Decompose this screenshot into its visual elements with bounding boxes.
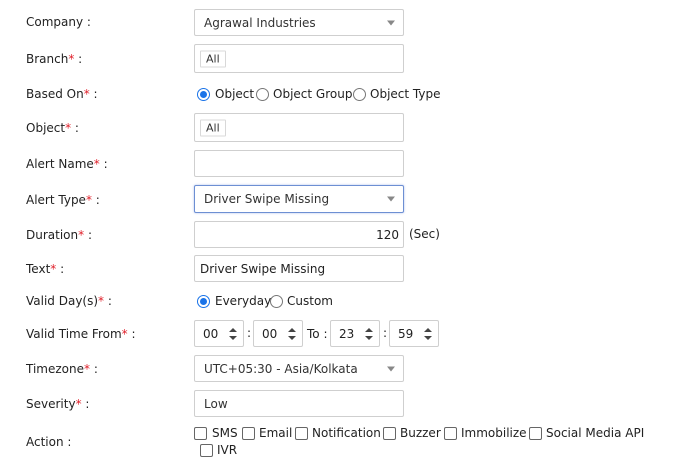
stepper-arrows-icon[interactable] xyxy=(365,327,373,340)
based-on-object-group-label: Object Group xyxy=(273,87,353,101)
text-value: Driver Swipe Missing xyxy=(200,261,326,276)
timezone-value: UTC+05:30 - Asia/Kolkata xyxy=(204,361,358,376)
based-on-object-type-label: Object Type xyxy=(370,87,441,101)
duration-unit: (Sec) xyxy=(409,227,440,241)
severity-select[interactable]: Low xyxy=(194,390,404,417)
action-sms-label: SMS xyxy=(212,426,238,440)
company-label: Company : xyxy=(26,15,91,29)
action-buzzer-checkbox[interactable] xyxy=(383,427,396,440)
alert-type-value: Driver Swipe Missing xyxy=(204,192,330,206)
valid-days-label: Valid Day(s)* : xyxy=(26,294,112,308)
duration-value: 120 xyxy=(376,227,399,242)
action-social-media-api-checkbox[interactable] xyxy=(529,427,542,440)
action-label: Action : xyxy=(26,435,72,449)
timezone-label: Timezone* : xyxy=(26,362,98,376)
valid-days-custom-label: Custom xyxy=(287,294,333,308)
duration-input[interactable]: 120 xyxy=(194,221,404,248)
valid-days-custom-radio[interactable] xyxy=(270,295,283,308)
branch-tag-all: All xyxy=(200,50,226,67)
branch-label: Branch* : xyxy=(26,52,83,66)
chevron-down-icon xyxy=(387,196,395,202)
based-on-object-type-radio[interactable] xyxy=(353,88,366,101)
to-minute-value: 59 xyxy=(398,326,414,341)
valid-days-everyday-radio[interactable] xyxy=(197,295,210,308)
action-immobilize-checkbox[interactable] xyxy=(444,427,457,440)
alert-name-input[interactable] xyxy=(194,150,404,177)
object-label: Object* : xyxy=(26,121,79,135)
from-hour-value: 00 xyxy=(203,326,219,341)
stepper-arrows-icon[interactable] xyxy=(229,327,237,340)
object-tag-all: All xyxy=(200,119,226,136)
action-ivr-label: IVR xyxy=(217,443,238,457)
valid-time-from-minute-stepper[interactable]: 00 xyxy=(253,320,303,347)
action-email-label: Email xyxy=(259,426,293,440)
text-input[interactable]: Driver Swipe Missing xyxy=(194,255,404,282)
valid-time-from-hour-stepper[interactable]: 00 xyxy=(194,320,244,347)
select-arrows-icon xyxy=(387,398,395,410)
to-hour-value: 23 xyxy=(339,326,355,341)
branch-multiselect[interactable]: All xyxy=(194,44,404,73)
based-on-object-label: Object xyxy=(215,87,255,101)
chevron-down-icon xyxy=(387,20,395,25)
duration-label: Duration* : xyxy=(26,228,92,242)
based-on-object-group-radio[interactable] xyxy=(256,88,269,101)
from-minute-value: 00 xyxy=(262,326,278,341)
text-label: Text* : xyxy=(26,262,65,276)
valid-days-everyday-label: Everyday xyxy=(215,294,272,308)
stepper-arrows-icon[interactable] xyxy=(288,327,296,340)
valid-time-label: Valid Time From* : xyxy=(26,327,136,341)
action-email-checkbox[interactable] xyxy=(242,427,255,440)
timezone-select[interactable]: UTC+05:30 - Asia/Kolkata xyxy=(194,355,404,382)
alert-type-select[interactable]: Driver Swipe Missing xyxy=(194,185,404,213)
valid-time-to-hour-stepper[interactable]: 23 xyxy=(330,320,380,347)
object-multiselect[interactable]: All xyxy=(194,113,404,142)
based-on-label: Based On* : xyxy=(26,87,98,101)
alert-type-label: Alert Type* : xyxy=(26,193,100,207)
action-buzzer-label: Buzzer xyxy=(400,426,441,440)
chevron-down-icon xyxy=(387,366,395,371)
company-value: Agrawal Industries xyxy=(204,15,316,30)
company-select[interactable]: Agrawal Industries xyxy=(194,9,404,36)
action-notification-label: Notification xyxy=(312,426,381,440)
valid-time-to-minute-stepper[interactable]: 59 xyxy=(389,320,439,347)
to-label: To : xyxy=(307,327,328,341)
action-social-media-api-label: Social Media API xyxy=(546,426,645,440)
action-notification-checkbox[interactable] xyxy=(295,427,308,440)
severity-value: Low xyxy=(204,396,228,411)
action-ivr-checkbox[interactable] xyxy=(200,444,213,457)
stepper-arrows-icon[interactable] xyxy=(424,327,432,340)
based-on-object-radio[interactable] xyxy=(197,88,210,101)
action-immobilize-label: Immobilize xyxy=(461,426,527,440)
time-separator: : xyxy=(383,326,388,340)
alert-name-label: Alert Name* : xyxy=(26,157,108,171)
action-sms-checkbox[interactable] xyxy=(194,427,207,440)
severity-label: Severity* : xyxy=(26,397,90,411)
time-separator: : xyxy=(247,326,252,340)
